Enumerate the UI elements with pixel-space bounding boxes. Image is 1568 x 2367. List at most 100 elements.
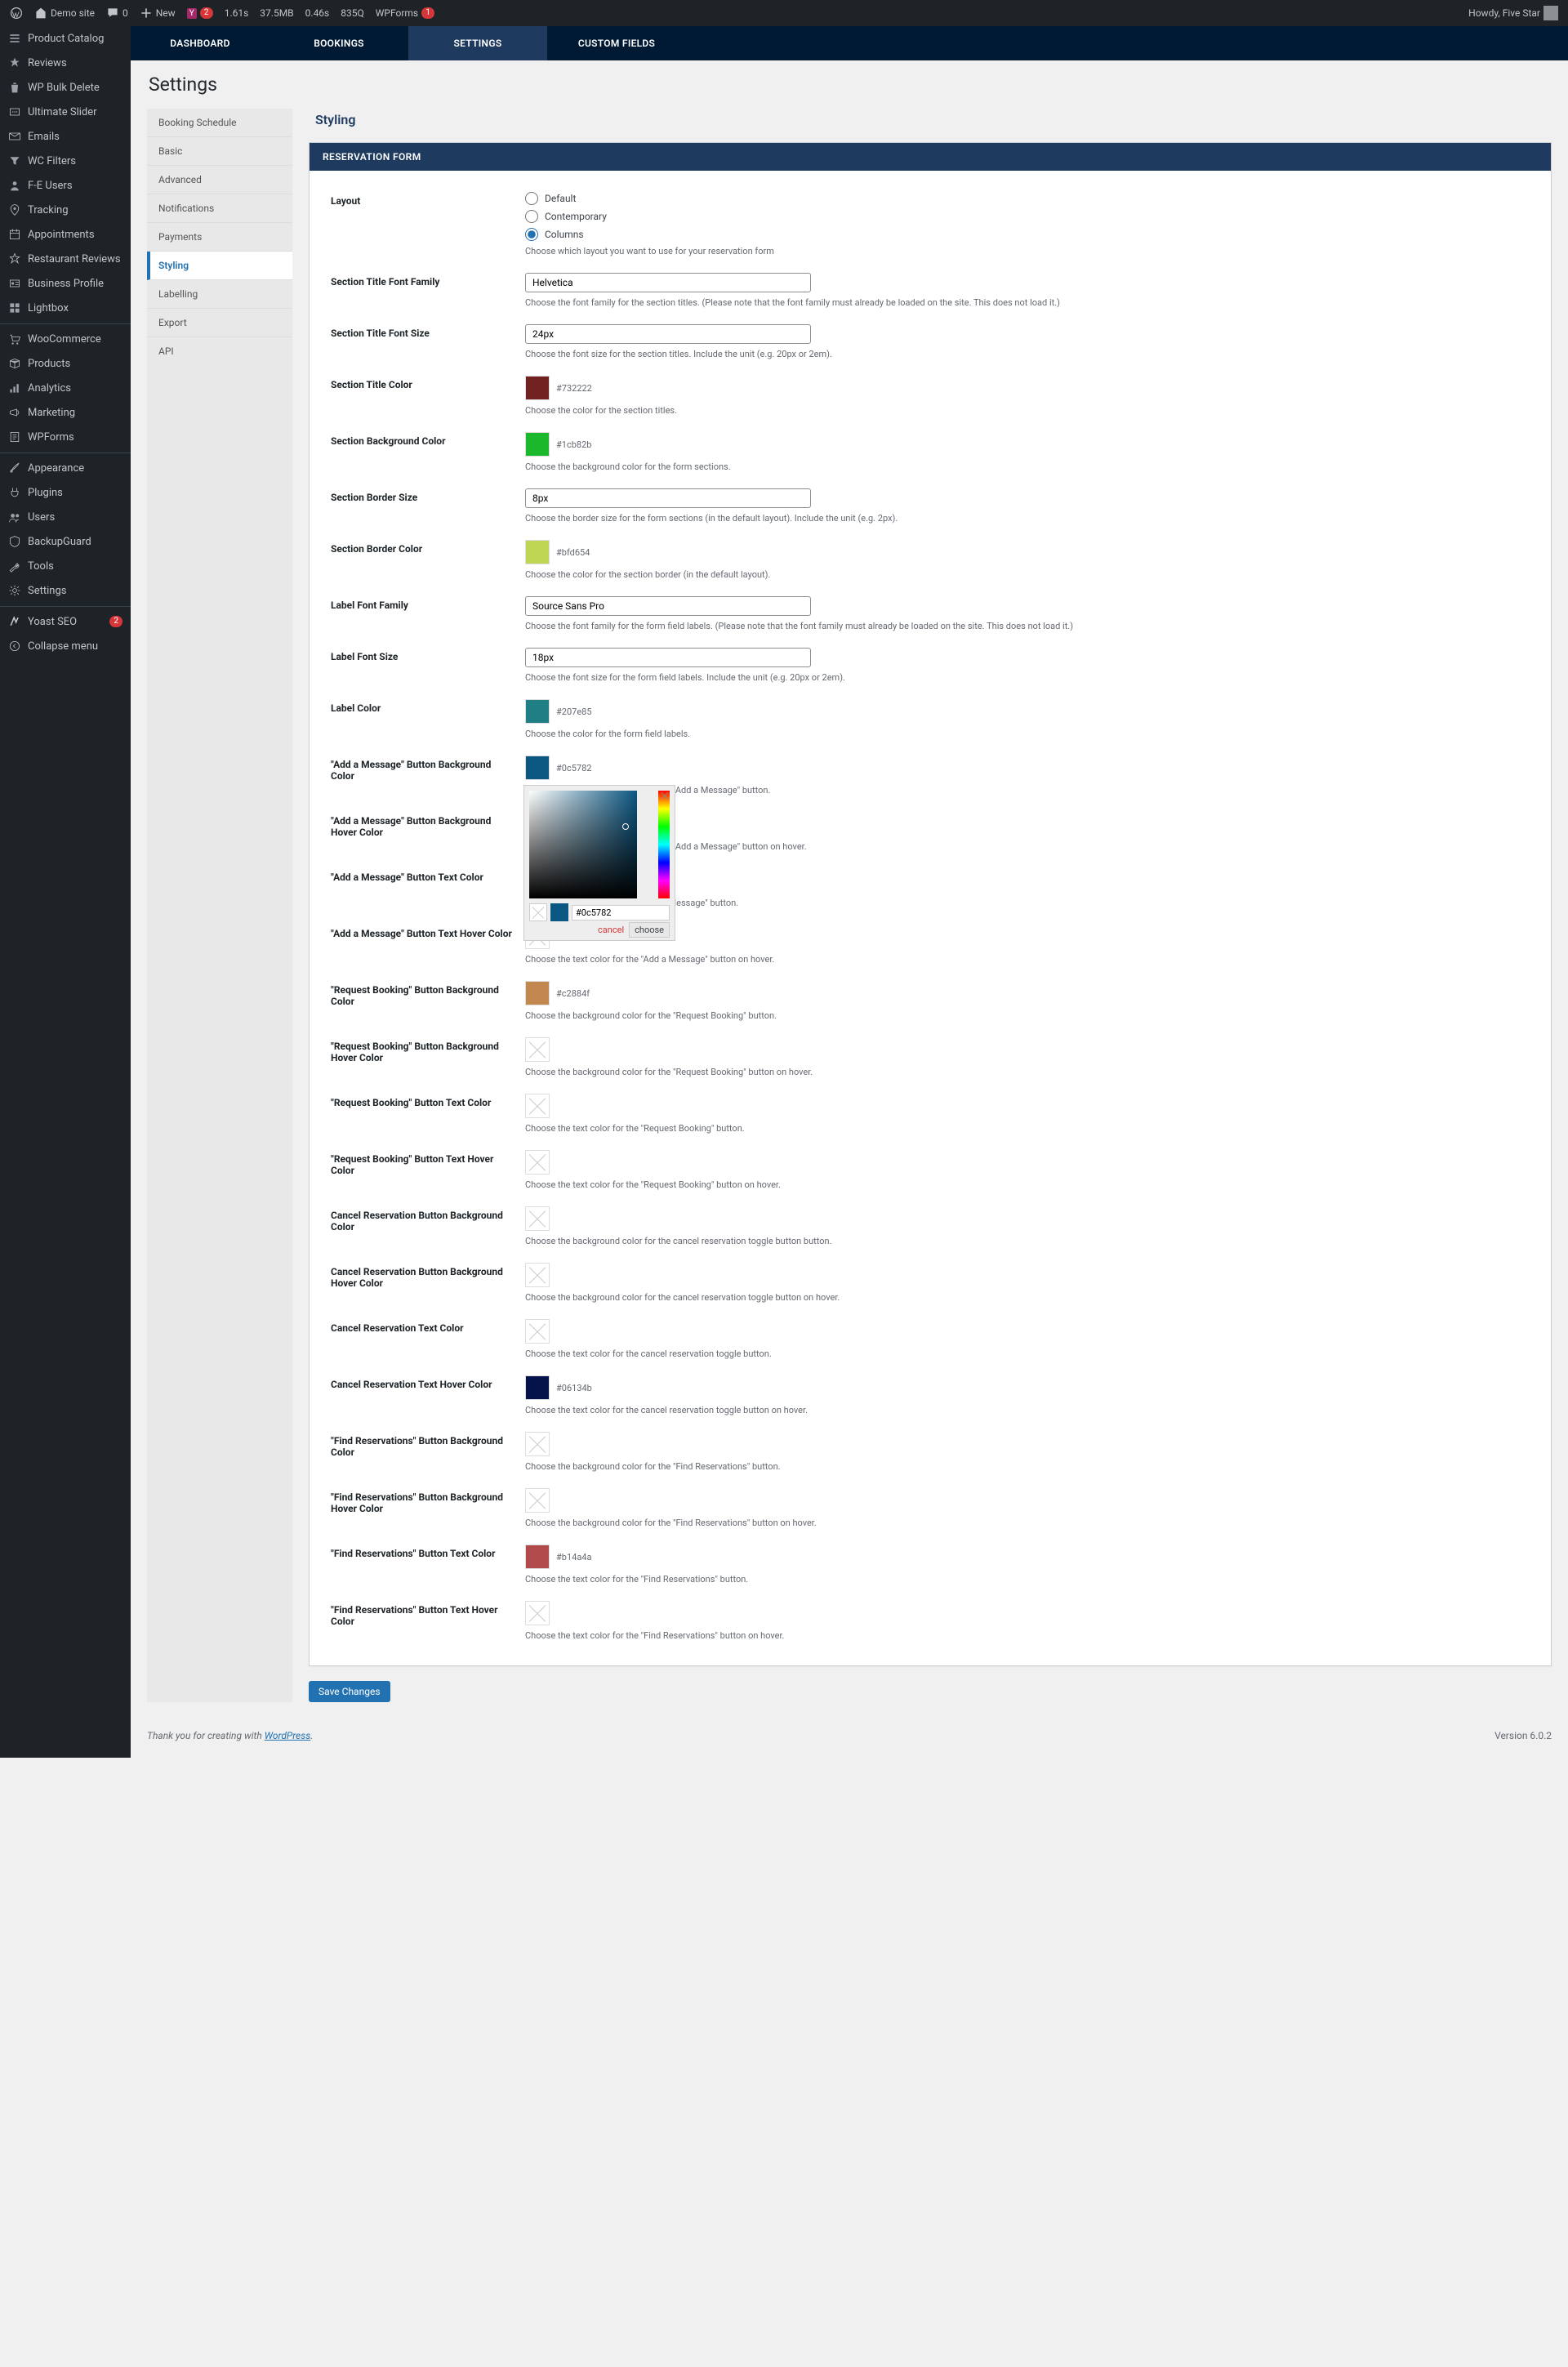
perf-q[interactable]: 835Q <box>336 0 369 26</box>
menu-plugins[interactable]: Plugins <box>0 480 131 505</box>
picker-choose[interactable]: choose <box>629 922 670 938</box>
picker-gradient[interactable] <box>529 791 637 898</box>
desc-sectionTitleFontSize: Choose the font size for the section tit… <box>525 349 1530 359</box>
menu-product-catalog[interactable]: Product Catalog <box>0 26 131 51</box>
desc-sectionBorderSize: Choose the border size for the form sect… <box>525 513 1530 524</box>
menu-wpforms[interactable]: WPForms <box>0 425 131 449</box>
page-title: Settings <box>149 74 1552 96</box>
label-findBg: "Find Reservations" Button Background Co… <box>331 1432 525 1458</box>
swatch-label-reqBg: #c2884f <box>556 988 590 999</box>
new-content[interactable]: New <box>135 0 180 26</box>
radio-layout-columns[interactable]: Columns <box>525 228 1530 241</box>
menu-wp-bulk-delete[interactable]: WP Bulk Delete <box>0 75 131 100</box>
subtab-booking-schedule[interactable]: Booking Schedule <box>147 109 292 137</box>
howdy[interactable]: Howdy, Five Star <box>1463 0 1563 26</box>
swatch-labelColor[interactable] <box>525 699 550 724</box>
menu-f-e-users[interactable]: F-E Users <box>0 173 131 198</box>
swatch-reqTextHover[interactable] <box>525 1150 550 1175</box>
swatch-reqBgHover[interactable] <box>525 1037 550 1062</box>
menu-tools[interactable]: Tools <box>0 554 131 578</box>
swatch-addMsgBg[interactable] <box>525 756 550 780</box>
menu-restaurant-reviews[interactable]: Restaurant Reviews <box>0 247 131 271</box>
radio-layout-default[interactable]: Default <box>525 192 1530 205</box>
subtab-export[interactable]: Export <box>147 309 292 337</box>
swatch-cancelText[interactable] <box>525 1319 550 1344</box>
wordpress-link[interactable]: WordPress <box>265 1730 311 1741</box>
swatch-sectionTitleColor[interactable] <box>525 376 550 400</box>
desc-sectionBgColor: Choose the background color for the form… <box>525 461 1530 472</box>
subtab-labelling[interactable]: Labelling <box>147 280 292 309</box>
input-labelFontSize[interactable] <box>525 648 811 667</box>
input-sectionBorderSize[interactable] <box>525 488 811 508</box>
save-button[interactable]: Save Changes <box>309 1681 390 1702</box>
menu-tracking[interactable]: Tracking <box>0 198 131 222</box>
swatch-findBgHover[interactable] <box>525 1488 550 1513</box>
adminbar: Demo site 0 New Y2 1.61s 37.5MB 0.46s 83… <box>0 0 1568 26</box>
subtab-basic[interactable]: Basic <box>147 137 292 166</box>
tab-custom-fields[interactable]: CUSTOM FIELDS <box>547 26 686 60</box>
menu-backupguard[interactable]: BackupGuard <box>0 529 131 554</box>
menu-analytics[interactable]: Analytics <box>0 376 131 400</box>
swatch-cancelBgHover[interactable] <box>525 1263 550 1287</box>
menu-yoast-seo[interactable]: Yoast SEO2 <box>0 606 131 634</box>
footer: Thank you for creating with WordPress. V… <box>131 1710 1568 1758</box>
desc-sectionTitleColor: Choose the color for the section titles. <box>525 405 1530 416</box>
menu-ultimate-slider[interactable]: Ultimate Slider <box>0 100 131 124</box>
swatch-findText[interactable] <box>525 1545 550 1569</box>
swatch-sectionBorderColor[interactable] <box>525 540 550 564</box>
yoast[interactable]: Y2 <box>182 0 218 26</box>
perf-load[interactable]: 0.46s <box>301 0 335 26</box>
picker-hex-input[interactable] <box>572 905 670 920</box>
picker-close-icon[interactable] <box>660 791 670 800</box>
menu-emails[interactable]: Emails <box>0 124 131 149</box>
subtab-api[interactable]: API <box>147 337 292 365</box>
label-findTextHover: "Find Reservations" Button Text Hover Co… <box>331 1601 525 1627</box>
swatch-reqText[interactable] <box>525 1094 550 1118</box>
menu-users[interactable]: Users <box>0 505 131 529</box>
subtab-advanced[interactable]: Advanced <box>147 166 292 194</box>
menu-appointments[interactable]: Appointments <box>0 222 131 247</box>
menu-woocommerce[interactable]: WooCommerce <box>0 323 131 351</box>
panel-heading: Styling <box>315 112 1552 127</box>
picker-hue[interactable] <box>658 791 670 898</box>
swatch-reqBg[interactable] <box>525 981 550 1005</box>
menu-appearance[interactable]: Appearance <box>0 452 131 480</box>
swatch-sectionBgColor[interactable] <box>525 432 550 457</box>
menu-lightbox[interactable]: Lightbox <box>0 296 131 320</box>
swatch-cancelTextHover[interactable] <box>525 1375 550 1400</box>
input-labelFontFamily[interactable] <box>525 596 811 616</box>
picker-cancel[interactable]: cancel <box>598 925 624 935</box>
subtab-notifications[interactable]: Notifications <box>147 194 292 223</box>
perf-mem[interactable]: 37.5MB <box>255 0 298 26</box>
swatch-cancelBg[interactable] <box>525 1206 550 1231</box>
menu-products[interactable]: Products <box>0 351 131 376</box>
menu-marketing[interactable]: Marketing <box>0 400 131 425</box>
subtab-payments[interactable]: Payments <box>147 223 292 252</box>
tab-bookings[interactable]: BOOKINGS <box>270 26 408 60</box>
tab-dashboard[interactable]: DASHBOARD <box>131 26 270 60</box>
input-sectionTitleFontSize[interactable] <box>525 324 811 344</box>
menu-business-profile[interactable]: Business Profile <box>0 271 131 296</box>
tab-settings[interactable]: SETTINGS <box>408 26 547 60</box>
radio-layout-contemporary[interactable]: Contemporary <box>525 210 1530 223</box>
menu-wc-filters[interactable]: WC Filters <box>0 149 131 173</box>
swatch-findBg[interactable] <box>525 1432 550 1456</box>
perf-time[interactable]: 1.61s <box>220 0 254 26</box>
label-addMsgText: "Add a Message" Button Text Color <box>331 868 525 883</box>
label-cancelTextHover: Cancel Reservation Text Hover Color <box>331 1375 525 1390</box>
menu-settings[interactable]: Settings <box>0 578 131 603</box>
label-layout: Layout <box>331 192 525 207</box>
site-name[interactable]: Demo site <box>29 0 100 26</box>
menu-reviews[interactable]: Reviews <box>0 51 131 75</box>
menu-collapse-menu[interactable]: Collapse menu <box>0 634 131 658</box>
desc-findText: Choose the text color for the "Find Rese… <box>525 1574 1530 1585</box>
reservation-form-card: RESERVATION FORM LayoutDefaultContempora… <box>309 142 1552 1666</box>
comments[interactable]: 0 <box>101 0 133 26</box>
input-sectionTitleFontFamily[interactable] <box>525 273 811 292</box>
picker-no-color[interactable] <box>529 903 547 921</box>
wpforms[interactable]: WPForms 1 <box>371 0 439 26</box>
subtab-styling[interactable]: Styling <box>147 252 292 280</box>
wp-logo[interactable] <box>5 0 28 26</box>
swatch-findTextHover[interactable] <box>525 1601 550 1625</box>
label-sectionTitleColor: Section Title Color <box>331 376 525 390</box>
